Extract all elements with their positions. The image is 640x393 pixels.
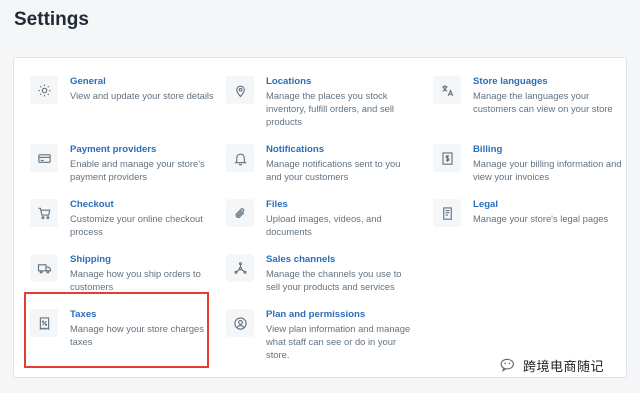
invoice-dollar-icon xyxy=(433,144,461,172)
setting-description: Manage the places you stock inventory, f… xyxy=(266,90,395,127)
paperclip-icon xyxy=(226,199,254,227)
account-circle-icon xyxy=(226,309,254,337)
setting-description: View and update your store details xyxy=(70,90,214,101)
taxes-highlight-box xyxy=(24,292,209,368)
gear-icon xyxy=(30,76,58,104)
setting-description: View plan information and manage what st… xyxy=(266,323,411,360)
setting-title: Notifications xyxy=(266,144,325,155)
setting-title: Locations xyxy=(266,76,312,87)
setting-description: Manage notifications sent to you and you… xyxy=(266,158,401,182)
setting-title: Checkout xyxy=(70,199,114,210)
cart-icon xyxy=(30,199,58,227)
setting-description: Manage how you ship orders to customers xyxy=(70,268,201,292)
setting-description: Customize your online checkout process xyxy=(70,213,203,237)
location-pin-icon xyxy=(226,76,254,104)
bell-icon xyxy=(226,144,254,172)
setting-title: General xyxy=(70,76,106,87)
channels-icon xyxy=(226,254,254,282)
translate-icon xyxy=(433,76,461,104)
setting-title: Plan and permissions xyxy=(266,309,366,320)
setting-description: Manage the languages your customers can … xyxy=(473,90,613,114)
setting-title: Store languages xyxy=(473,76,548,87)
setting-title: Billing xyxy=(473,144,503,155)
watermark-text: 跨境电商随记 xyxy=(523,359,605,374)
legal-document-icon xyxy=(433,199,461,227)
credit-card-icon xyxy=(30,144,58,172)
setting-title: Files xyxy=(266,199,288,210)
page-title: Settings xyxy=(14,9,89,30)
setting-title: Shipping xyxy=(70,254,112,265)
setting-title: Payment providers xyxy=(70,144,157,155)
setting-description: Manage your store's legal pages xyxy=(473,213,609,224)
setting-title: Legal xyxy=(473,199,499,210)
setting-description: Upload images, videos, and documents xyxy=(266,213,382,237)
truck-icon xyxy=(30,254,58,282)
setting-description: Manage the channels you use to sell your… xyxy=(266,268,402,292)
setting-title: Sales channels xyxy=(266,254,336,265)
setting-description: Enable and manage your store's payment p… xyxy=(70,158,205,182)
wechat-icon xyxy=(500,358,514,372)
setting-description: Manage your billing information and view… xyxy=(473,158,622,182)
